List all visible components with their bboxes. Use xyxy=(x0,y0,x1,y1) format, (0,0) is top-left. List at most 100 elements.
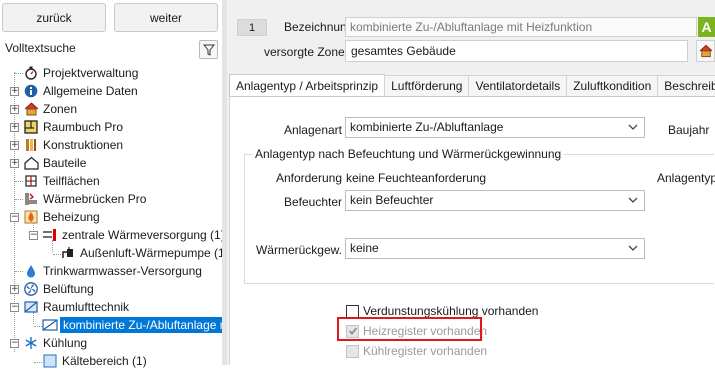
house-icon xyxy=(23,101,39,117)
fan-icon xyxy=(23,281,39,297)
expand-toggle[interactable]: + xyxy=(10,141,19,150)
bezeichnung-field[interactable]: kombinierte Zu-/Abluftanlage mit Heizfun… xyxy=(345,17,697,37)
anforderung-label: Anforderung xyxy=(275,171,342,185)
tree-item-label: Projektverwaltung xyxy=(43,66,139,80)
expand-toggle[interactable]: + xyxy=(10,123,19,132)
checkbox-box xyxy=(346,344,359,358)
tree-item-label: Raumbuch Pro xyxy=(43,120,124,134)
collapse-toggle[interactable]: − xyxy=(29,231,38,240)
heat-pump-icon xyxy=(60,245,76,261)
tree-item-kombinierte-anlage[interactable]: kombinierte Zu-/Abluftanlage mit xyxy=(42,316,239,334)
air-handling-unit-icon xyxy=(42,317,58,333)
wall-layers-icon xyxy=(23,137,39,153)
tree-item-label: Raumlufttechnik xyxy=(43,300,130,314)
tree-item-allgemeine-daten[interactable]: Allgemeine Daten xyxy=(23,82,138,100)
kuehlregister-checkbox[interactable]: Kühlregister vorhanden xyxy=(346,344,487,358)
tree-item-trinkwarmwasser[interactable]: Trinkwarmwasser-Versorgung xyxy=(23,262,202,280)
expand-toggle[interactable]: + xyxy=(10,285,19,294)
tab-zuluftkondition[interactable]: Zuluftkondition xyxy=(566,75,659,96)
tree-item-zonen[interactable]: Zonen xyxy=(23,100,77,118)
house-outline-icon xyxy=(23,155,39,171)
tree-item-label: Kühlung xyxy=(43,336,88,350)
filter-button[interactable] xyxy=(199,40,218,59)
versorgte-zonen-label: versorgte Zonen xyxy=(264,45,352,59)
tree-item-belueftung[interactable]: Belüftung xyxy=(23,280,94,298)
tree-item-label: Belüftung xyxy=(43,282,94,296)
project-tree: Projektverwaltung + Allgemeine Daten + Z… xyxy=(0,62,239,368)
tab-ventilatordetails[interactable]: Ventilatordetails xyxy=(468,75,568,96)
chevron-down-icon xyxy=(628,245,638,251)
tree-item-label: Beheizung xyxy=(43,210,100,224)
tree-item-bauteile[interactable]: Bauteile xyxy=(23,154,86,172)
collapse-toggle[interactable]: − xyxy=(10,213,19,222)
tab-bar: Anlagentyp / Arbeitsprinzip Luftförderun… xyxy=(229,74,715,97)
status-badge: A xyxy=(698,17,715,37)
detail-pane: 1 Bezeichnung kombinierte Zu-/Abluftanla… xyxy=(227,0,715,365)
waermerueckgewinnung-label: Wärmerückgew. xyxy=(255,243,342,257)
waermerueckgewinnung-value: keine xyxy=(350,241,379,255)
heat-supply-icon xyxy=(42,227,58,243)
tab-anlagentyp[interactable]: Anlagentyp / Arbeitsprinzip xyxy=(229,74,386,97)
tree-item-label: Trinkwarmwasser-Versorgung xyxy=(43,264,202,278)
tree-item-konstruktionen[interactable]: Konstruktionen xyxy=(23,136,123,154)
flame-icon xyxy=(23,209,39,225)
befeuchter-label: Befeuchter xyxy=(283,195,342,209)
tree-item-label: zentrale Wärmeversorgung (1) xyxy=(62,228,225,242)
tree-item-label: Allgemeine Daten xyxy=(43,84,138,98)
record-number: 1 xyxy=(237,19,267,36)
tree-item-kaeltebereich[interactable]: Kältebereich (1) xyxy=(42,352,147,370)
waermerueckgewinnung-select[interactable]: keine xyxy=(345,238,645,259)
expand-toggle[interactable]: + xyxy=(10,159,19,168)
tree-item-raumbuch-pro[interactable]: Raumbuch Pro xyxy=(23,118,123,136)
verdunstungskuehlung-checkbox[interactable]: Verdunstungskühlung vorhanden xyxy=(346,304,538,318)
filter-icon xyxy=(202,44,215,56)
forward-button[interactable]: weiter xyxy=(114,3,218,32)
verdunstungskuehlung-label: Verdunstungskühlung vorhanden xyxy=(363,304,539,318)
cold-zone-icon xyxy=(42,353,58,369)
befeuchter-value: kein Befeuchter xyxy=(350,193,434,207)
versorgte-zonen-field[interactable]: gesamtes Gebäude xyxy=(345,40,688,62)
anlagentyp-label: Anlagentyp xyxy=(657,171,715,185)
air-handling-icon xyxy=(23,299,39,315)
zone-picker-button[interactable] xyxy=(696,40,715,62)
tree-item-projektverwaltung[interactable]: Projektverwaltung xyxy=(23,64,138,82)
water-drop-icon xyxy=(23,263,39,279)
tree-item-label: Konstruktionen xyxy=(43,138,124,152)
tree-item-label: Kältebereich (1) xyxy=(62,354,147,368)
tree-item-zentrale-waermeversorgung[interactable]: zentrale Wärmeversorgung (1) xyxy=(42,226,225,244)
chevron-down-icon xyxy=(628,197,638,203)
stopwatch-icon xyxy=(23,65,39,81)
tree-item-teilflaechen[interactable]: Teilflächen xyxy=(23,172,100,190)
collapse-toggle[interactable]: − xyxy=(10,303,19,312)
tab-beschreibung[interactable]: Beschreibung xyxy=(657,75,715,96)
befeuchter-select[interactable]: kein Befeuchter xyxy=(345,190,645,211)
house-icon xyxy=(699,44,712,58)
tree-item-label: Teilflächen xyxy=(43,174,100,188)
fulltext-search-label: Volltextsuche xyxy=(5,41,76,55)
baujahr-label: Baujahr xyxy=(668,123,710,137)
tree-item-label: Wärmebrücken Pro xyxy=(43,192,147,206)
tree-item-aussenluft-waermepumpe[interactable]: Außenluft-Wärmepumpe (1) xyxy=(60,244,229,262)
kuehlregister-label: Kühlregister vorhanden xyxy=(363,344,488,358)
tab-luftfoerderung[interactable]: Luftförderung xyxy=(384,75,470,96)
tree-item-raumlufttechnik[interactable]: Raumlufttechnik xyxy=(23,298,129,316)
tree-item-label: Bauteile xyxy=(43,156,87,170)
anlagenart-label: Anlagenart xyxy=(283,123,342,137)
bezeichnung-label: Bezeichnung xyxy=(284,20,354,34)
collapse-toggle[interactable]: − xyxy=(10,339,19,348)
tree-item-kuehlung[interactable]: Kühlung xyxy=(23,334,87,352)
tree-item-waermebruecken-pro[interactable]: Wärmebrücken Pro xyxy=(23,190,146,208)
info-icon xyxy=(23,83,39,99)
expand-toggle[interactable]: + xyxy=(10,87,19,96)
checkbox-box xyxy=(346,304,359,318)
back-button[interactable]: zurück xyxy=(2,3,106,32)
highlight-annotation xyxy=(337,317,482,341)
thermal-bridge-icon xyxy=(23,191,39,207)
expand-toggle[interactable]: + xyxy=(10,105,19,114)
anforderung-value: keine Feuchteanforderung xyxy=(346,171,487,185)
group-title: Anlagentyp nach Befeuchtung und Wärmerüc… xyxy=(252,147,565,161)
anlagenart-select[interactable]: kombinierte Zu-/Abluftanlage xyxy=(345,117,645,138)
snowflake-icon xyxy=(23,335,39,351)
tree-item-label: Außenluft-Wärmepumpe (1) xyxy=(80,246,229,260)
tree-item-beheizung[interactable]: Beheizung xyxy=(23,208,100,226)
